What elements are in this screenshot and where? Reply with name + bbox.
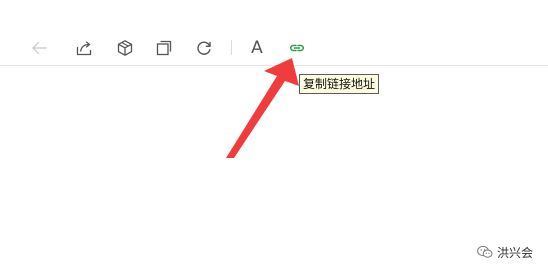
font-icon: A <box>251 37 263 58</box>
cube-button[interactable] <box>114 37 136 59</box>
toolbar-separator <box>231 40 232 55</box>
wechat-icon <box>477 245 493 258</box>
link-icon <box>289 44 305 52</box>
back-button[interactable] <box>28 37 50 59</box>
share-icon <box>76 41 92 56</box>
refresh-button[interactable] <box>193 37 215 59</box>
refresh-icon <box>197 41 211 55</box>
back-arrow-icon <box>32 41 47 55</box>
share-button[interactable] <box>73 37 95 59</box>
watermark-text: 洪兴会 <box>497 245 534 260</box>
font-button[interactable]: A <box>246 37 268 59</box>
copy-icon <box>156 40 172 56</box>
toolbar: A <box>0 0 548 66</box>
copy-link-button[interactable] <box>286 37 308 59</box>
copy-link-tooltip: 复制链接地址 <box>299 74 380 94</box>
cube-icon <box>117 40 133 56</box>
watermark: 洪兴会 <box>477 242 533 262</box>
copy-button[interactable] <box>153 37 175 59</box>
